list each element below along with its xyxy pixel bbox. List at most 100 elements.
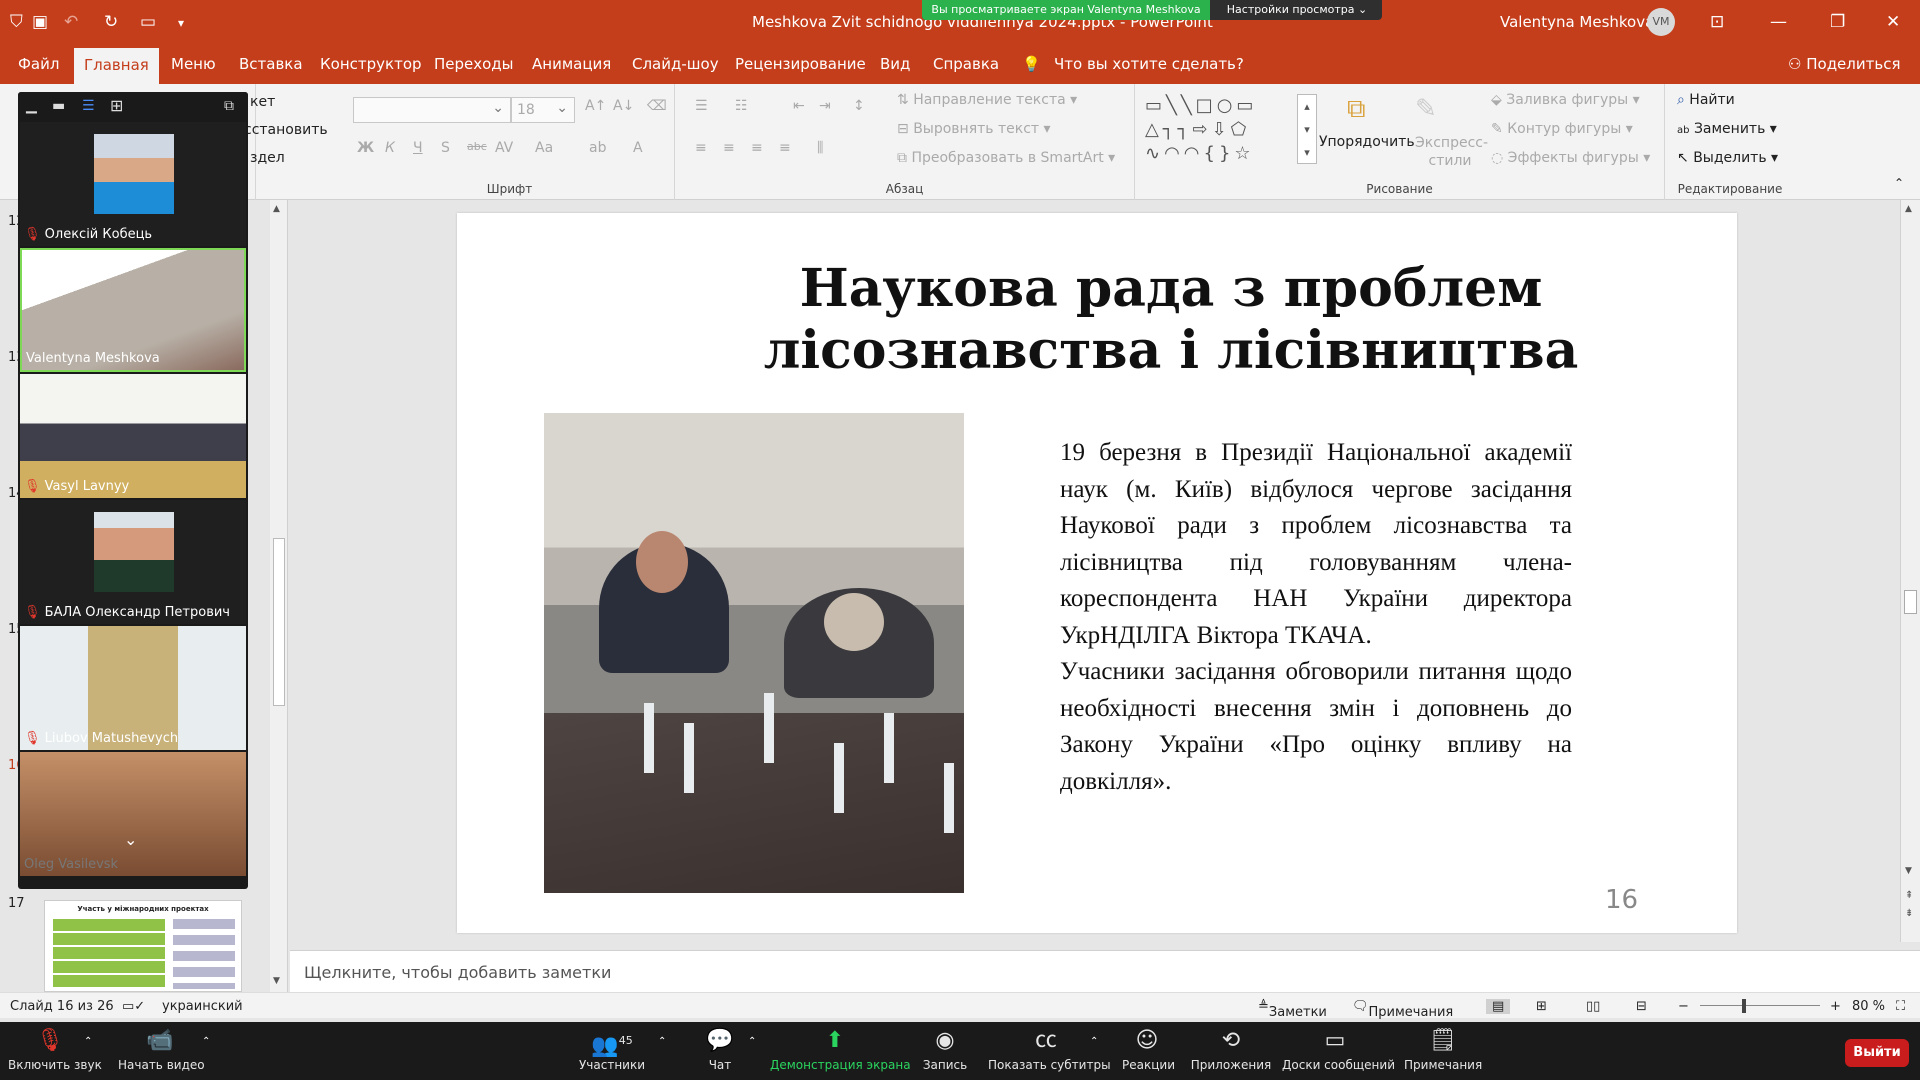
speaker-view-icon[interactable]: ▬ <box>52 98 65 114</box>
tab-help[interactable]: Справка <box>933 55 999 73</box>
avatar[interactable]: VM <box>1647 8 1675 36</box>
shape-fill-button[interactable]: ⬙ Заливка фигуры ▾ <box>1491 92 1640 108</box>
scroll-thumb[interactable] <box>1904 590 1917 614</box>
minimize-icon[interactable]: — <box>1770 12 1787 32</box>
chevron-down-icon[interactable]: ⌄ <box>124 830 137 849</box>
change-case-icon[interactable]: Aa <box>535 140 553 156</box>
arrange-button[interactable]: Упорядочить <box>1319 134 1415 150</box>
spellcheck-icon[interactable]: ▭✓ <box>122 999 145 1014</box>
chevron-up-icon[interactable]: ⌃ <box>84 1036 92 1047</box>
participant-tile[interactable]: 🎙 Liubov Matushevych <box>20 626 246 750</box>
record-button[interactable]: ◉ Запись <box>916 1022 974 1080</box>
font-size-combo[interactable]: 18 ⌄ <box>511 97 575 123</box>
tab-animations[interactable]: Анимация <box>532 55 611 73</box>
tab-insert[interactable]: Вставка <box>239 55 303 73</box>
slide-thumbnail-17[interactable]: Участь у міжнародних проектах <box>44 900 242 992</box>
comments-toggle[interactable]: 🗨 Примечания <box>1352 999 1453 1020</box>
tab-transitions[interactable]: Переходы <box>434 55 514 73</box>
align-center-icon[interactable]: ≡ <box>723 140 735 156</box>
scroll-up-icon[interactable]: ▲ <box>273 204 280 214</box>
zoom-slider[interactable] <box>1700 1005 1820 1006</box>
express-styles-button[interactable]: Экспресс-стили <box>1415 134 1488 170</box>
slideshow-icon[interactable]: ⊟ <box>1636 999 1647 1014</box>
unmute-button[interactable]: 🎙 Включить звук <box>8 1022 102 1080</box>
slide-sorter-icon[interactable]: ⊞ <box>1536 999 1547 1014</box>
normal-view-icon[interactable]: ▤ <box>1486 999 1511 1014</box>
redo-icon[interactable]: ↻ <box>104 12 118 32</box>
align-text-button[interactable]: ⊟ Выровнять текст ▾ <box>897 121 1051 137</box>
notes-button[interactable]: 🗒 Примечания <box>1404 1022 1482 1080</box>
bullets-icon[interactable]: ☰ <box>695 98 708 114</box>
chevron-up-icon[interactable]: ⌃ <box>658 1036 666 1047</box>
chevron-up-icon[interactable]: ⌃ <box>202 1036 210 1047</box>
tab-file[interactable]: Файл <box>18 55 59 73</box>
collapse-ribbon-icon[interactable]: ⌃ <box>1894 176 1904 190</box>
notes-toggle[interactable]: ≜ Заметки <box>1258 999 1327 1020</box>
share-screen-button[interactable]: ⬆ Демонстрация экрана <box>770 1022 911 1080</box>
apps-button[interactable]: ⟲ Приложения <box>1190 1022 1272 1080</box>
participants-button[interactable]: 👥45 Участники <box>572 1022 652 1080</box>
meeting-photo[interactable] <box>544 413 964 893</box>
chat-button[interactable]: 💬 Чат <box>694 1022 746 1080</box>
ribbon-display-icon[interactable]: ⊡ <box>1710 12 1724 32</box>
justify-icon[interactable]: ≡ <box>779 140 791 156</box>
slide-canvas[interactable]: Наукова рада з проблем лісознавства і ліс… <box>457 213 1737 933</box>
smartart-button[interactable]: ⧉ Преобразовать в SmartArt ▾ <box>897 150 1115 166</box>
tab-slideshow[interactable]: Слайд-шоу <box>632 55 719 73</box>
font-color-icon[interactable]: A <box>633 140 643 156</box>
tab-home[interactable]: Главная <box>74 48 159 84</box>
share-button[interactable]: ⚇ Поделиться <box>1788 55 1900 73</box>
char-spacing-icon[interactable]: AV <box>495 140 513 156</box>
previous-slide-icon[interactable]: ⇞ <box>1905 890 1913 901</box>
participant-tile[interactable]: 🎙 Олексій Кобець <box>20 122 246 246</box>
next-slide-icon[interactable]: ⇟ <box>1905 908 1913 919</box>
section-button[interactable]: здел <box>250 150 285 166</box>
zoom-out-icon[interactable]: − <box>1678 999 1689 1014</box>
replace-button[interactable]: ab Заменить ▾ <box>1677 121 1777 137</box>
thumbnails-scrollbar[interactable]: ▲ ▼ <box>270 200 288 992</box>
view-settings-button[interactable]: Настройки просмотра ⌄ <box>1212 0 1382 20</box>
reading-view-icon[interactable]: ▯▯ <box>1586 999 1600 1014</box>
editor-scrollbar[interactable]: ▲ ▼ ⇞ ⇟ <box>1900 200 1920 942</box>
highlight-icon[interactable]: ab <box>589 140 606 156</box>
zoom-slider-thumb[interactable] <box>1742 999 1746 1013</box>
shapes-scroll[interactable]: ▴ ▾ ▾ <box>1297 94 1317 164</box>
tab-menu[interactable]: Меню <box>171 55 216 73</box>
participant-tile[interactable]: 🎙 БАЛА Олександр Петрович <box>20 500 246 624</box>
language-indicator[interactable]: украинский <box>162 999 243 1014</box>
scroll-down-icon[interactable]: ▼ <box>1905 866 1912 876</box>
increase-indent-icon[interactable]: ⇥ <box>819 98 831 114</box>
numbering-icon[interactable]: ☷ <box>735 98 748 114</box>
zoom-in-icon[interactable]: + <box>1830 999 1841 1014</box>
layout-button[interactable]: кет <box>250 94 275 110</box>
tab-view[interactable]: Вид <box>880 55 910 73</box>
chevron-up-icon[interactable]: ⌃ <box>1090 1036 1098 1047</box>
align-right-icon[interactable]: ≡ <box>751 140 763 156</box>
fit-slide-icon[interactable]: ⛶ <box>1896 999 1905 1014</box>
bold-icon[interactable]: Ж <box>357 140 374 156</box>
restore-icon[interactable]: ❐ <box>1830 12 1845 32</box>
leave-meeting-button[interactable]: Выйти <box>1845 1039 1909 1067</box>
customize-qat-icon[interactable]: ▾ <box>178 16 184 30</box>
scroll-up-icon[interactable]: ▲ <box>1905 204 1912 214</box>
zoom-gallery-panel[interactable]: ▁ ▬ ☰ ⊞ ⧉ 🎙 Олексій Кобець Valentyna Mes… <box>18 92 248 889</box>
start-video-button[interactable]: 📹 Начать видео <box>118 1022 205 1080</box>
strip-view-icon[interactable]: ☰ <box>82 98 95 114</box>
close-icon[interactable]: ✕ <box>1886 12 1900 32</box>
clear-format-icon[interactable]: ⌫ <box>647 98 667 114</box>
gallery-view-icon[interactable]: ⊞ <box>110 96 123 115</box>
minimize-gallery-icon[interactable]: ▁ <box>26 98 37 114</box>
tab-design[interactable]: Конструктор <box>320 55 422 73</box>
columns-icon[interactable]: ⫼ <box>817 140 823 156</box>
align-left-icon[interactable]: ≡ <box>695 140 707 156</box>
participant-tile-active-speaker[interactable]: Valentyna Meshkova <box>20 248 246 372</box>
save-icon[interactable]: ▣ <box>32 12 48 32</box>
slide-body-text[interactable]: 19 березня в Президії Національної акаде… <box>1060 435 1572 800</box>
undo-icon[interactable]: ↶ <box>64 12 78 32</box>
shape-outline-button[interactable]: ✎ Контур фигуры ▾ <box>1491 121 1633 137</box>
shape-effects-button[interactable]: ◌ Эффекты фигуры ▾ <box>1491 150 1650 166</box>
zoom-level[interactable]: 80 % <box>1852 999 1885 1014</box>
tab-review[interactable]: Рецензирование <box>735 55 866 73</box>
notes-pane[interactable]: Щелкните, чтобы добавить заметки <box>290 950 1920 992</box>
font-name-combo[interactable]: ⌄ <box>353 97 511 123</box>
